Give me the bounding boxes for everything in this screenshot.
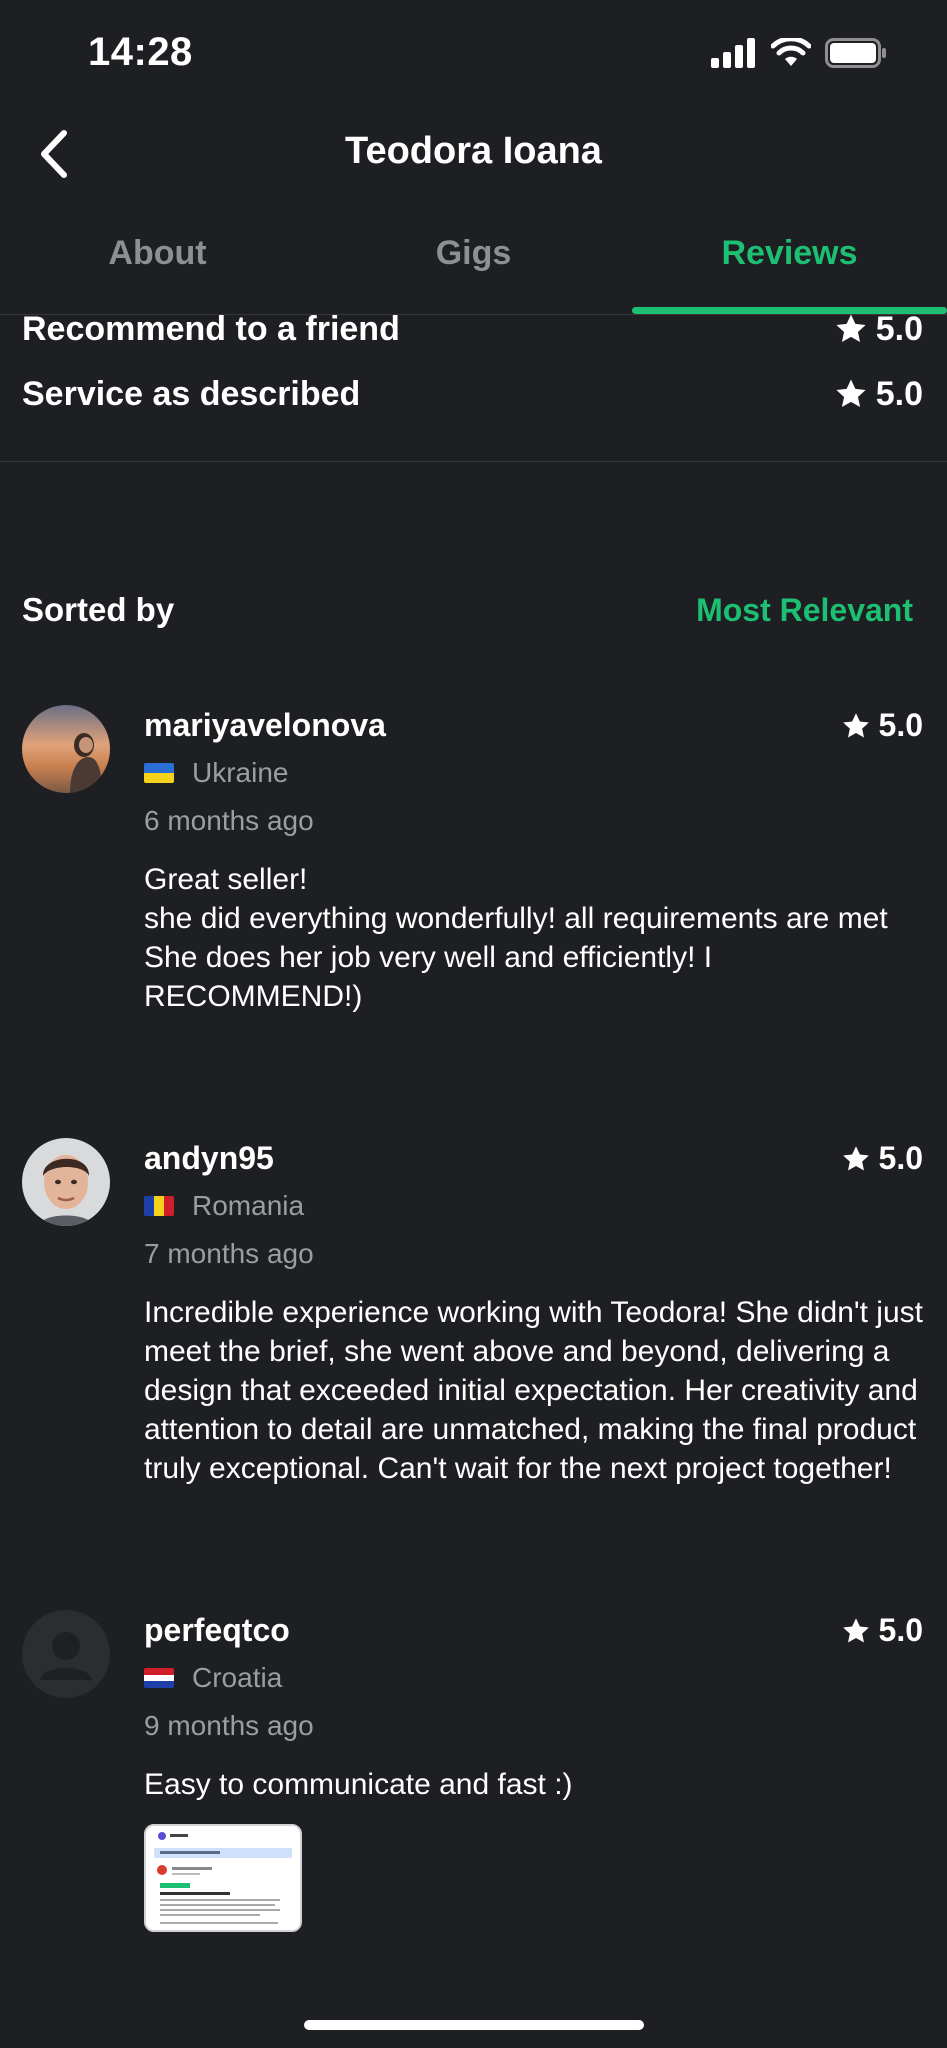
reviewer-name[interactable]: perfeqtco bbox=[144, 1612, 290, 1649]
status-bar: 14:28 bbox=[0, 0, 947, 110]
battery-icon bbox=[825, 38, 886, 68]
tab-gigs[interactable]: Gigs bbox=[316, 220, 631, 315]
rating-number: 5.0 bbox=[875, 309, 923, 348]
sort-label: Sorted by bbox=[22, 591, 175, 628]
star-icon bbox=[836, 314, 866, 343]
review-rating-value: 5.0 bbox=[878, 1612, 923, 1648]
review-attachment-thumbnail[interactable] bbox=[144, 1824, 302, 1932]
star-icon bbox=[842, 712, 869, 737]
status-time: 14:28 bbox=[88, 30, 193, 74]
rating-label: Service as described bbox=[22, 374, 361, 413]
review-text: Great seller! she did everything wonderf… bbox=[144, 863, 888, 1013]
rating-row-service: Service as described 5.0 bbox=[22, 369, 923, 419]
review-rating: 5.0 bbox=[841, 1140, 923, 1177]
sort-row: Sorted by Most Relevant bbox=[22, 585, 913, 635]
review-item: perfeqtco 5.0 Croatia 9 months ago Easy … bbox=[0, 1610, 947, 1940]
tab-about[interactable]: About bbox=[0, 220, 315, 315]
nav-bar: Teodora Ioana bbox=[0, 110, 947, 200]
reviewer-name[interactable]: andyn95 bbox=[144, 1140, 274, 1177]
rating-label: Recommend to a friend bbox=[22, 309, 400, 348]
reviewer-country: Croatia bbox=[144, 1662, 282, 1694]
reviewer-name[interactable]: mariyavelonova bbox=[144, 707, 386, 744]
avatar[interactable] bbox=[22, 705, 110, 793]
wifi-icon bbox=[771, 38, 811, 66]
page-title: Teodora Ioana bbox=[345, 130, 602, 172]
star-icon bbox=[842, 1617, 869, 1642]
signal-icon bbox=[711, 38, 755, 68]
rating-row-recommend: Recommend to a friend 5.0 bbox=[22, 304, 923, 354]
rating-number: 5.0 bbox=[875, 374, 923, 413]
review-text: Incredible experience working with Teodo… bbox=[144, 1296, 923, 1485]
romania-flag-icon bbox=[144, 1196, 174, 1216]
review-item: andyn95 5.0 Romania 7 months ago Incredi… bbox=[0, 1138, 947, 1538]
review-date: 6 months ago bbox=[144, 805, 314, 836]
ukraine-flag-icon bbox=[144, 763, 174, 783]
review-date: 9 months ago bbox=[144, 1710, 314, 1741]
review-rating: 5.0 bbox=[841, 1612, 923, 1649]
tab-bar: About Gigs Reviews bbox=[0, 220, 947, 315]
country-name: Croatia bbox=[192, 1662, 283, 1693]
country-name: Ukraine bbox=[192, 757, 289, 788]
review-rating: 5.0 bbox=[841, 707, 923, 744]
user-icon bbox=[40, 1632, 92, 1680]
divider bbox=[0, 461, 947, 462]
home-indicator bbox=[304, 2020, 644, 2030]
review-rating-value: 5.0 bbox=[878, 1140, 923, 1176]
review-item: mariyavelonova 5.0 Ukraine 6 months ago … bbox=[0, 705, 947, 1065]
review-rating-value: 5.0 bbox=[878, 707, 923, 743]
avatar-placeholder[interactable] bbox=[22, 1610, 110, 1698]
review-text: Easy to communicate and fast :) bbox=[144, 1768, 573, 1801]
reviewer-country: Ukraine bbox=[144, 757, 288, 789]
review-date: 7 months ago bbox=[144, 1238, 314, 1269]
reviewer-country: Romania bbox=[144, 1190, 304, 1222]
star-icon bbox=[842, 1145, 869, 1170]
country-name: Romania bbox=[192, 1190, 305, 1221]
rating-value: 5.0 bbox=[834, 375, 923, 414]
rating-value: 5.0 bbox=[834, 310, 923, 349]
status-icons bbox=[711, 36, 887, 70]
tab-reviews[interactable]: Reviews bbox=[632, 220, 947, 315]
croatia-flag-icon bbox=[144, 1668, 174, 1688]
star-icon bbox=[836, 379, 866, 408]
sort-dropdown[interactable]: Most Relevant bbox=[696, 592, 913, 629]
avatar[interactable] bbox=[22, 1138, 110, 1226]
